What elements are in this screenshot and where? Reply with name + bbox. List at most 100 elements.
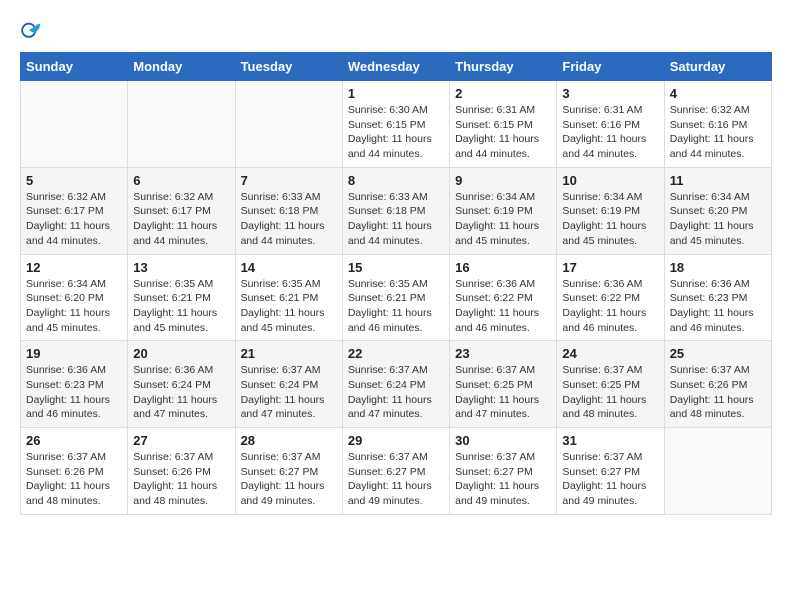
calendar-cell: 23 Sunrise: 6:37 AM Sunset: 6:25 PM Dayli… — [450, 341, 557, 428]
day-info: Sunrise: 6:35 AM Sunset: 6:21 PM Dayligh… — [348, 277, 444, 336]
calendar: SundayMondayTuesdayWednesdayThursdayFrid… — [20, 52, 772, 515]
calendar-cell: 30 Sunrise: 6:37 AM Sunset: 6:27 PM Dayli… — [450, 428, 557, 515]
calendar-cell: 19 Sunrise: 6:36 AM Sunset: 6:23 PM Dayli… — [21, 341, 128, 428]
calendar-cell: 14 Sunrise: 6:35 AM Sunset: 6:21 PM Dayli… — [235, 254, 342, 341]
calendar-cell: 16 Sunrise: 6:36 AM Sunset: 6:22 PM Dayli… — [450, 254, 557, 341]
calendar-cell: 26 Sunrise: 6:37 AM Sunset: 6:26 PM Dayli… — [21, 428, 128, 515]
day-number: 2 — [455, 86, 551, 101]
calendar-cell: 8 Sunrise: 6:33 AM Sunset: 6:18 PM Daylig… — [342, 167, 449, 254]
day-info: Sunrise: 6:37 AM Sunset: 6:27 PM Dayligh… — [348, 450, 444, 509]
day-info: Sunrise: 6:34 AM Sunset: 6:20 PM Dayligh… — [670, 190, 766, 249]
day-info: Sunrise: 6:34 AM Sunset: 6:20 PM Dayligh… — [26, 277, 122, 336]
day-info: Sunrise: 6:37 AM Sunset: 6:27 PM Dayligh… — [455, 450, 551, 509]
day-number: 22 — [348, 346, 444, 361]
day-info: Sunrise: 6:36 AM Sunset: 6:22 PM Dayligh… — [455, 277, 551, 336]
day-info: Sunrise: 6:37 AM Sunset: 6:26 PM Dayligh… — [26, 450, 122, 509]
calendar-cell: 17 Sunrise: 6:36 AM Sunset: 6:22 PM Dayli… — [557, 254, 664, 341]
day-number: 13 — [133, 260, 229, 275]
day-info: Sunrise: 6:32 AM Sunset: 6:17 PM Dayligh… — [26, 190, 122, 249]
logo-icon — [20, 20, 42, 42]
weekday-header-wednesday: Wednesday — [342, 53, 449, 81]
day-number: 28 — [241, 433, 337, 448]
day-info: Sunrise: 6:30 AM Sunset: 6:15 PM Dayligh… — [348, 103, 444, 162]
day-info: Sunrise: 6:35 AM Sunset: 6:21 PM Dayligh… — [133, 277, 229, 336]
calendar-cell: 10Sunrise: 6:34 AM Sunset: 6:19 PM Dayli… — [557, 167, 664, 254]
day-number: 15 — [348, 260, 444, 275]
weekday-header-row: SundayMondayTuesdayWednesdayThursdayFrid… — [21, 53, 772, 81]
weekday-header-friday: Friday — [557, 53, 664, 81]
calendar-cell: 6Sunrise: 6:32 AM Sunset: 6:17 PM Daylig… — [128, 167, 235, 254]
day-info: Sunrise: 6:37 AM Sunset: 6:25 PM Dayligh… — [562, 363, 658, 422]
day-info: Sunrise: 6:37 AM Sunset: 6:27 PM Dayligh… — [562, 450, 658, 509]
weekday-header-thursday: Thursday — [450, 53, 557, 81]
week-row-1: 1 Sunrise: 6:30 AM Sunset: 6:15 PM Daylig… — [21, 81, 772, 168]
calendar-cell: 24Sunrise: 6:37 AM Sunset: 6:25 PM Dayli… — [557, 341, 664, 428]
weekday-header-sunday: Sunday — [21, 53, 128, 81]
calendar-cell: 3Sunrise: 6:31 AM Sunset: 6:16 PM Daylig… — [557, 81, 664, 168]
day-number: 31 — [562, 433, 658, 448]
calendar-cell: 21Sunrise: 6:37 AM Sunset: 6:24 PM Dayli… — [235, 341, 342, 428]
calendar-cell: 25Sunrise: 6:37 AM Sunset: 6:26 PM Dayli… — [664, 341, 771, 428]
week-row-5: 26 Sunrise: 6:37 AM Sunset: 6:26 PM Dayli… — [21, 428, 772, 515]
day-number: 19 — [26, 346, 122, 361]
calendar-cell: 1 Sunrise: 6:30 AM Sunset: 6:15 PM Daylig… — [342, 81, 449, 168]
header — [20, 20, 772, 42]
page: SundayMondayTuesdayWednesdayThursdayFrid… — [0, 0, 792, 525]
day-info: Sunrise: 6:36 AM Sunset: 6:24 PM Dayligh… — [133, 363, 229, 422]
day-number: 27 — [133, 433, 229, 448]
calendar-cell: 20 Sunrise: 6:36 AM Sunset: 6:24 PM Dayli… — [128, 341, 235, 428]
day-number: 7 — [241, 173, 337, 188]
calendar-cell: 31 Sunrise: 6:37 AM Sunset: 6:27 PM Dayli… — [557, 428, 664, 515]
day-number: 21 — [241, 346, 337, 361]
day-number: 1 — [348, 86, 444, 101]
day-info: Sunrise: 6:37 AM Sunset: 6:26 PM Dayligh… — [133, 450, 229, 509]
day-info: Sunrise: 6:36 AM Sunset: 6:23 PM Dayligh… — [26, 363, 122, 422]
day-number: 16 — [455, 260, 551, 275]
week-row-4: 19 Sunrise: 6:36 AM Sunset: 6:23 PM Dayli… — [21, 341, 772, 428]
day-info: Sunrise: 6:37 AM Sunset: 6:25 PM Dayligh… — [455, 363, 551, 422]
calendar-cell: 29 Sunrise: 6:37 AM Sunset: 6:27 PM Dayli… — [342, 428, 449, 515]
day-number: 25 — [670, 346, 766, 361]
calendar-cell: 18 Sunrise: 6:36 AM Sunset: 6:23 PM Dayli… — [664, 254, 771, 341]
day-number: 29 — [348, 433, 444, 448]
day-number: 17 — [562, 260, 658, 275]
day-info: Sunrise: 6:37 AM Sunset: 6:27 PM Dayligh… — [241, 450, 337, 509]
day-info: Sunrise: 6:34 AM Sunset: 6:19 PM Dayligh… — [455, 190, 551, 249]
weekday-header-saturday: Saturday — [664, 53, 771, 81]
day-number: 23 — [455, 346, 551, 361]
day-number: 9 — [455, 173, 551, 188]
day-number: 30 — [455, 433, 551, 448]
weekday-header-tuesday: Tuesday — [235, 53, 342, 81]
calendar-cell: 9 Sunrise: 6:34 AM Sunset: 6:19 PM Daylig… — [450, 167, 557, 254]
week-row-3: 12Sunrise: 6:34 AM Sunset: 6:20 PM Dayli… — [21, 254, 772, 341]
day-info: Sunrise: 6:36 AM Sunset: 6:22 PM Dayligh… — [562, 277, 658, 336]
calendar-cell — [664, 428, 771, 515]
calendar-cell: 2 Sunrise: 6:31 AM Sunset: 6:15 PM Daylig… — [450, 81, 557, 168]
day-number: 5 — [26, 173, 122, 188]
day-info: Sunrise: 6:31 AM Sunset: 6:15 PM Dayligh… — [455, 103, 551, 162]
day-number: 4 — [670, 86, 766, 101]
day-number: 20 — [133, 346, 229, 361]
day-number: 6 — [133, 173, 229, 188]
day-number: 26 — [26, 433, 122, 448]
calendar-cell: 7 Sunrise: 6:33 AM Sunset: 6:18 PM Daylig… — [235, 167, 342, 254]
calendar-cell: 4 Sunrise: 6:32 AM Sunset: 6:16 PM Daylig… — [664, 81, 771, 168]
day-info: Sunrise: 6:35 AM Sunset: 6:21 PM Dayligh… — [241, 277, 337, 336]
day-info: Sunrise: 6:33 AM Sunset: 6:18 PM Dayligh… — [348, 190, 444, 249]
day-info: Sunrise: 6:37 AM Sunset: 6:24 PM Dayligh… — [348, 363, 444, 422]
calendar-cell: 5 Sunrise: 6:32 AM Sunset: 6:17 PM Daylig… — [21, 167, 128, 254]
calendar-cell: 12Sunrise: 6:34 AM Sunset: 6:20 PM Dayli… — [21, 254, 128, 341]
calendar-cell: 28 Sunrise: 6:37 AM Sunset: 6:27 PM Dayli… — [235, 428, 342, 515]
calendar-cell — [128, 81, 235, 168]
calendar-cell: 15 Sunrise: 6:35 AM Sunset: 6:21 PM Dayli… — [342, 254, 449, 341]
day-info: Sunrise: 6:32 AM Sunset: 6:16 PM Dayligh… — [670, 103, 766, 162]
day-number: 3 — [562, 86, 658, 101]
day-info: Sunrise: 6:33 AM Sunset: 6:18 PM Dayligh… — [241, 190, 337, 249]
week-row-2: 5 Sunrise: 6:32 AM Sunset: 6:17 PM Daylig… — [21, 167, 772, 254]
day-number: 14 — [241, 260, 337, 275]
day-info: Sunrise: 6:34 AM Sunset: 6:19 PM Dayligh… — [562, 190, 658, 249]
day-number: 18 — [670, 260, 766, 275]
day-info: Sunrise: 6:36 AM Sunset: 6:23 PM Dayligh… — [670, 277, 766, 336]
day-number: 8 — [348, 173, 444, 188]
logo — [20, 20, 46, 42]
